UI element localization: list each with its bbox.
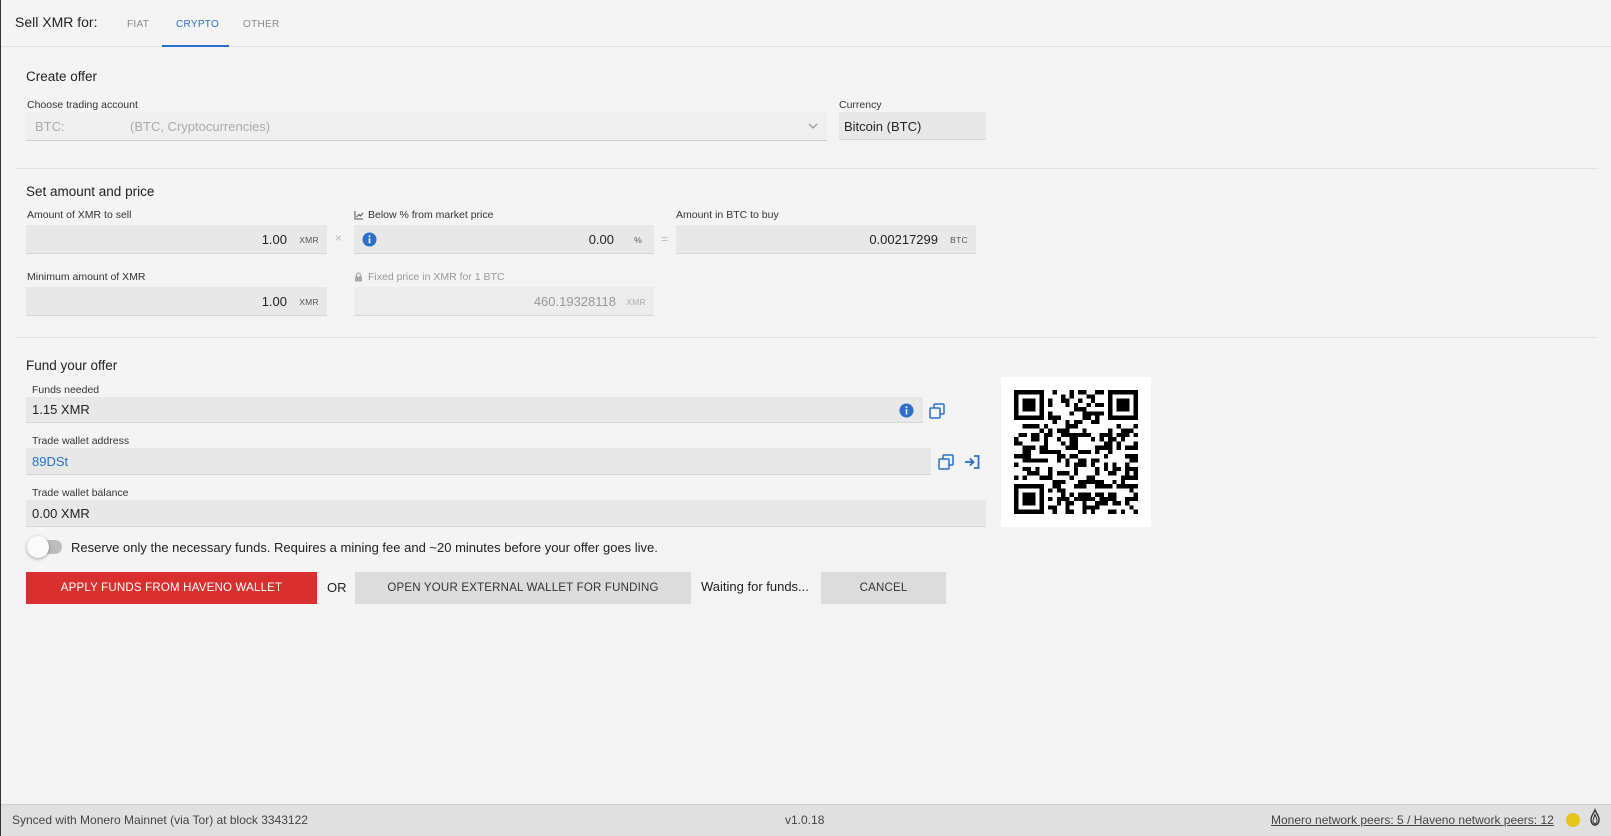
funds-needed-value: 1.15 XMR — [32, 402, 90, 417]
info-icon[interactable] — [362, 232, 377, 247]
amount-unit: XMR — [299, 235, 319, 245]
fixed-price-field: 460.19328118 XMR — [354, 287, 654, 316]
sync-status: Synced with Monero Mainnet (via Tor) at … — [12, 813, 308, 827]
copy-icon[interactable] — [929, 403, 945, 419]
divider — [16, 337, 1598, 338]
amount-input[interactable]: 1.00 XMR — [26, 225, 327, 254]
tab-other[interactable]: OTHER — [243, 19, 280, 30]
funds-needed-label: Funds needed — [32, 384, 100, 396]
trading-account-select[interactable]: BTC: (BTC, Cryptocurrencies) — [26, 112, 827, 141]
btc-value: 0.00217299 — [869, 232, 938, 247]
account-label: Choose trading account — [27, 99, 138, 111]
status-dot-icon — [1566, 813, 1580, 827]
btc-label: Amount in BTC to buy — [676, 209, 779, 221]
tab-fiat[interactable]: FIAT — [127, 19, 149, 30]
equals-sign: = — [661, 232, 669, 246]
qr-code[interactable] — [1001, 377, 1151, 527]
waiting-text: Waiting for funds... — [701, 579, 809, 594]
btc-amount-field: 0.00217299 BTC — [676, 225, 976, 254]
chevron-down-icon — [808, 123, 818, 129]
network-peers[interactable]: Monero network peers: 5 / Haveno network… — [1271, 813, 1554, 827]
trade-wallet-balance-field: 0.00 XMR — [26, 500, 986, 527]
btc-unit: BTC — [950, 235, 968, 245]
version-label: v1.0.18 — [785, 813, 825, 827]
balance-value: 0.00 XMR — [32, 506, 90, 521]
active-tab-indicator — [162, 45, 229, 47]
tab-crypto[interactable]: CRYPTO — [176, 19, 219, 30]
currency-label: Currency — [839, 99, 882, 111]
create-offer-title: Create offer — [26, 69, 98, 84]
amount-price-title: Set amount and price — [26, 184, 155, 199]
min-value: 1.00 — [261, 294, 287, 309]
currency-value: Bitcoin (BTC) — [844, 119, 922, 134]
qr-code-image — [1014, 390, 1138, 514]
fixed-price-unit: XMR — [626, 297, 646, 307]
toggle-knob[interactable] — [27, 536, 49, 558]
min-amount-input[interactable]: 1.00 XMR — [26, 287, 327, 316]
cancel-button[interactable]: CANCEL — [821, 572, 946, 604]
min-unit: XMR — [299, 297, 319, 307]
apply-funds-button[interactable]: APPLY FUNDS FROM HAVENO WALLET — [26, 572, 317, 604]
copy-icon[interactable] — [938, 454, 954, 470]
account-desc: (BTC, Cryptocurrencies) — [130, 119, 271, 134]
info-icon[interactable] — [899, 403, 914, 418]
funds-needed-field: 1.15 XMR — [26, 397, 923, 423]
below-unit: % — [634, 235, 642, 245]
below-label: Below % from market price — [368, 209, 494, 221]
external-wallet-button[interactable]: OPEN YOUR EXTERNAL WALLET FOR FUNDING — [355, 572, 691, 604]
balance-label: Trade wallet balance — [32, 487, 129, 499]
account-code: BTC: — [35, 119, 65, 134]
chart-icon — [354, 211, 364, 220]
fixed-price-label: Fixed price in XMR for 1 BTC — [368, 271, 505, 283]
currency-field: Bitcoin (BTC) — [839, 112, 986, 140]
tor-icon[interactable] — [1587, 808, 1603, 830]
address-value[interactable]: 89DSt — [32, 454, 68, 469]
open-wallet-icon[interactable] — [964, 455, 980, 469]
page-title: Sell XMR for: — [15, 14, 98, 30]
below-value: 0.00 — [588, 232, 614, 247]
min-label: Minimum amount of XMR — [27, 271, 146, 283]
amount-label: Amount of XMR to sell — [27, 209, 132, 221]
amount-value: 1.00 — [261, 232, 287, 247]
or-text: OR — [327, 580, 347, 595]
fixed-price-value: 460.19328118 — [533, 294, 616, 309]
multiply-sign: × — [335, 231, 343, 245]
lock-icon — [355, 272, 362, 282]
address-label: Trade wallet address — [32, 435, 130, 447]
divider — [16, 168, 1598, 169]
below-market-input[interactable]: 0.00 % — [354, 225, 654, 254]
trade-wallet-address-field[interactable]: 89DSt — [26, 448, 931, 475]
fund-offer-title: Fund your offer — [26, 358, 118, 373]
reserve-funds-text: Reserve only the necessary funds. Requir… — [71, 540, 658, 555]
